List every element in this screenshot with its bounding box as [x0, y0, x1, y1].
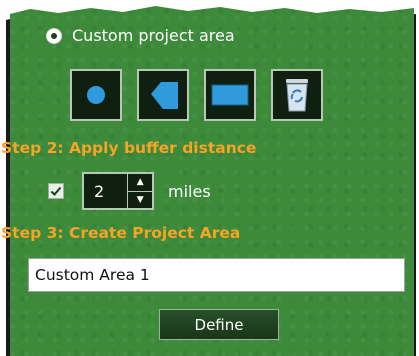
- polygon-tool-button[interactable]: [137, 69, 189, 121]
- circle-icon: [87, 86, 105, 104]
- custom-area-label: Custom project area: [72, 26, 235, 45]
- apply-buffer-checkbox[interactable]: [48, 183, 64, 199]
- define-button[interactable]: Define: [159, 309, 279, 340]
- buffer-distance-stepper[interactable]: 2 ▲ ▼: [82, 172, 154, 210]
- recycle-bin-icon: [286, 79, 308, 112]
- step2-title: Step 2: Apply buffer distance: [1, 139, 257, 157]
- decrement-button[interactable]: ▼: [128, 190, 152, 209]
- custom-area-radio-row[interactable]: Custom project area: [46, 26, 235, 45]
- buffer-unit-label: miles: [168, 181, 211, 201]
- chevron-up-icon: ▲: [136, 177, 144, 188]
- increment-button[interactable]: ▲: [128, 174, 152, 191]
- draw-tools: [70, 69, 323, 121]
- radio-selected-dot: [51, 32, 57, 39]
- step3-title: Step 3: Create Project Area: [1, 224, 241, 242]
- area-name-input[interactable]: [28, 258, 405, 292]
- buffer-distance-value[interactable]: 2: [84, 174, 127, 208]
- delete-tool-button[interactable]: [271, 69, 323, 121]
- circle-tool-button[interactable]: [70, 69, 122, 121]
- stepper-arrows: ▲ ▼: [127, 174, 152, 208]
- custom-area-radio[interactable]: [46, 27, 62, 44]
- polygon-icon: [151, 82, 178, 109]
- rectangle-tool-button[interactable]: [204, 69, 256, 121]
- rectangle-icon: [211, 84, 249, 106]
- checkmark-icon: [50, 186, 62, 196]
- chevron-down-icon: ▼: [136, 194, 144, 205]
- buffer-row: 2 ▲ ▼ miles: [48, 172, 211, 210]
